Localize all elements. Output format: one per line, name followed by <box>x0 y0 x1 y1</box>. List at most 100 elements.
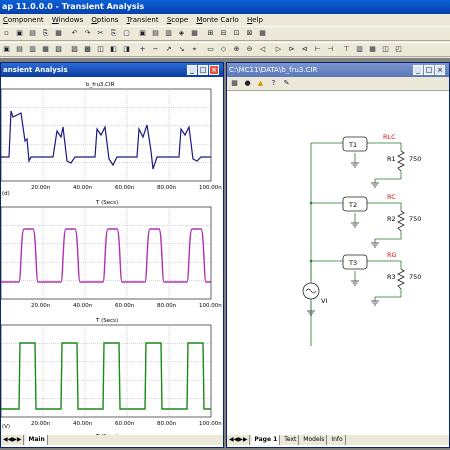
tab-main[interactable]: Main <box>26 435 48 445</box>
circuit-window-title: C:\MC11\DATA\b_fru3.CIR _ □ × <box>227 63 449 77</box>
plot-3-ylabel: (V) <box>2 424 10 430</box>
toolbar1-tool-icon[interactable]: ▣ <box>138 29 147 38</box>
calculator-icon[interactable]: ▦ <box>230 79 239 88</box>
tab-nav-arrows[interactable]: ◀◀▶▶ <box>227 435 251 445</box>
tab-models[interactable]: Models <box>301 435 328 445</box>
tab-page-1[interactable]: Page 1 <box>252 435 281 445</box>
x-tick-label: 100.00n <box>199 421 222 427</box>
toolbar2-tool-icon[interactable]: ⊤ <box>342 45 351 54</box>
toolbar2-tool-icon[interactable]: ▨ <box>70 45 79 54</box>
toolbar2-tool-icon[interactable]: ◫ <box>96 45 105 54</box>
r3-symbol <box>397 268 405 290</box>
r3-label: R3 <box>387 273 396 281</box>
toolbar2-tool-icon[interactable]: ↗ <box>164 45 173 54</box>
toolbar1-tool-icon[interactable]: ▦ <box>54 29 63 38</box>
menu-scope[interactable]: Scope <box>167 14 188 26</box>
toolbar1-tool-icon[interactable]: ▤ <box>28 29 37 38</box>
edit-icon[interactable]: ✎ <box>282 79 291 88</box>
tab-text[interactable]: Text <box>282 435 300 445</box>
toolbar2-tool-icon[interactable]: ▥ <box>28 45 37 54</box>
toolbar1-tool-icon[interactable]: ↷ <box>83 29 92 38</box>
r1-label: R1 <box>387 155 396 163</box>
close-icon[interactable]: × <box>435 65 445 75</box>
toolbar2-tool-icon[interactable]: ▦ <box>368 45 377 54</box>
toolbar2-tool-icon[interactable]: ◧ <box>109 45 118 54</box>
warning-icon[interactable]: ▲ <box>256 79 265 88</box>
menu-monte-carlo[interactable]: Monte Carlo <box>196 14 238 26</box>
toolbar1-tool-icon[interactable]: ↶ <box>70 29 79 38</box>
menu-windows[interactable]: Windows <box>52 14 83 26</box>
x-tick-label: 40.00n <box>73 303 93 309</box>
r1-symbol <box>397 150 405 172</box>
toolbar1-tool-icon[interactable]: ⎘ <box>41 29 50 38</box>
x-tick-label: 60.00n <box>115 185 135 191</box>
menu-help[interactable]: Help <box>247 14 263 26</box>
toolbar2-tool-icon[interactable]: ⊢ <box>313 45 322 54</box>
node-labels: RLC RC RG <box>383 133 397 259</box>
toolbar1-tool-icon[interactable]: ⎘ <box>109 29 118 38</box>
toolbar1-tool-icon[interactable]: ⊠ <box>245 29 254 38</box>
toolbar2-tool-icon[interactable]: ⊕ <box>232 45 241 54</box>
node-rlc: RLC <box>383 133 396 141</box>
help-icon[interactable]: ? <box>269 79 278 88</box>
toolbar2-tool-icon[interactable]: ▭ <box>206 45 215 54</box>
toolbar-row-2: ▣ ▤ ▥ ▦ ▧ ▨ ▩ ◫ ◧ ◨ + − ↗ ↘ ⌖ ▭ ◇ ⊕ ⊖ ◁ ▷ ⊳ ⊲ ⊢ ⊣ ⊤ ▥ ▦ ◫ ◰ <box>0 42 450 57</box>
circuit-window[interactable]: C:\MC11\DATA\b_fru3.CIR _ □ × ▦ ● ▲ ? ✎ <box>226 62 450 448</box>
toolbar2-tool-icon[interactable]: ▤ <box>15 45 24 54</box>
toolbar1-tool-icon[interactable]: ⊡ <box>232 29 241 38</box>
circuit-toolbar: ▦ ● ▲ ? ✎ <box>227 77 449 91</box>
menu-transient[interactable]: Transient <box>127 14 159 26</box>
toolbar2-tool-icon[interactable]: ▣ <box>2 45 11 54</box>
minimize-icon[interactable]: _ <box>187 65 197 75</box>
toolbar1-tool-icon[interactable]: ▦ <box>190 29 199 38</box>
toolbar2-tool-icon[interactable]: ▷ <box>274 45 283 54</box>
schematic-canvas[interactable]: T1 T2 T3 R1 R2 R3 750 750 750 VI RLC RC … <box>227 91 449 435</box>
toolbar1-tool-icon[interactable]: ▫ <box>2 29 11 38</box>
toolbar2-tool-icon[interactable]: ▦ <box>41 45 50 54</box>
transient-analysis-window[interactable]: ansient Analysis _ □ × b_fru3.CIR 20.00n… <box>0 62 224 448</box>
t3-label: T3 <box>348 259 357 267</box>
menu-options[interactable]: Options <box>91 14 118 26</box>
toolbar2-tool-icon[interactable]: ⊣ <box>326 45 335 54</box>
toolbar1-tool-icon[interactable]: ▣ <box>15 29 24 38</box>
toolbar2-tool-icon[interactable]: ⌖ <box>190 45 199 54</box>
r1-value: 750 <box>409 155 421 163</box>
maximize-icon[interactable]: □ <box>424 65 434 75</box>
toolbar2-tool-icon[interactable]: ◨ <box>122 45 131 54</box>
plot-1-x-ticks: 20.00n 40.00n 60.00n 80.00n 100.00n <box>31 185 222 191</box>
plot-title: b_fru3.CIR <box>86 82 115 88</box>
menu-component[interactable]: Component <box>3 14 44 26</box>
x-tick-label: 40.00n <box>73 185 93 191</box>
toolbar2-tool-icon[interactable]: ▧ <box>54 45 63 54</box>
toolbar2-tool-icon[interactable]: ◇ <box>219 45 228 54</box>
toolbar1-tool-icon[interactable]: ▢ <box>122 29 131 38</box>
toolbar1-tool-icon[interactable]: ⊟ <box>219 29 228 38</box>
info-icon[interactable]: ● <box>243 79 252 88</box>
transient-plots[interactable]: b_fru3.CIR 20.00n 40.00n 60.00n 80.00n 100.0… <box>1 77 223 435</box>
node-rc: RC <box>387 193 396 201</box>
toolbar2-tool-icon[interactable]: ◰ <box>394 45 403 54</box>
close-icon[interactable]: × <box>209 65 219 75</box>
toolbar2-tool-icon[interactable]: ⊖ <box>245 45 254 54</box>
toolbar2-tool-icon[interactable]: ⊲ <box>300 45 309 54</box>
toolbar1-tool-icon[interactable]: ⊞ <box>206 29 215 38</box>
toolbar1-tool-icon[interactable]: ▦ <box>258 29 267 38</box>
toolbar2-tool-icon[interactable]: ⊳ <box>287 45 296 54</box>
toolbar1-tool-icon[interactable]: ▥ <box>164 29 173 38</box>
toolbar1-tool-icon[interactable]: ▤ <box>151 29 160 38</box>
toolbar2-tool-icon[interactable]: ▩ <box>83 45 92 54</box>
minimize-icon[interactable]: _ <box>413 65 423 75</box>
tab-info[interactable]: Info <box>329 435 346 445</box>
toolbar2-tool-icon[interactable]: + <box>138 45 147 54</box>
toolbar1-tool-icon[interactable]: ◈ <box>177 29 186 38</box>
toolbar2-tool-icon[interactable]: − <box>151 45 160 54</box>
toolbar2-tool-icon[interactable]: ↘ <box>177 45 186 54</box>
maximize-icon[interactable]: □ <box>198 65 208 75</box>
toolbar2-tool-icon[interactable]: ◫ <box>381 45 390 54</box>
toolbar1-tool-icon[interactable]: ✂ <box>96 29 105 38</box>
toolbar2-tool-icon[interactable]: ▥ <box>355 45 364 54</box>
transient-window-title: ansient Analysis _ □ × <box>1 63 223 77</box>
tab-nav-arrows[interactable]: ◀◀▶▶ <box>1 435 25 445</box>
toolbar2-tool-icon[interactable]: ◁ <box>258 45 267 54</box>
toolbar-row-1: ▫ ▣ ▤ ⎘ ▦ ↶ ↷ ✂ ⎘ ▢ ▣ ▤ ▥ ◈ ▦ ⊞ ⊟ ⊡ ⊠ ▦ <box>0 26 450 41</box>
